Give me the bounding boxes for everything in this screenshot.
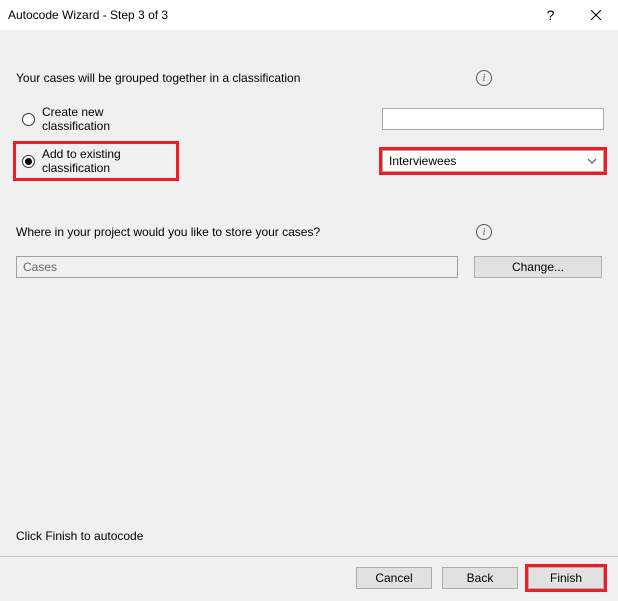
radio-create-label: Create new classification xyxy=(42,105,170,133)
footer-hint: Click Finish to autocode xyxy=(16,529,143,543)
classification-heading: Your cases will be grouped together in a… xyxy=(16,71,300,85)
finish-label: Finish xyxy=(550,571,582,585)
window-controls: ? xyxy=(528,0,618,30)
info-icon[interactable]: i xyxy=(476,224,492,240)
store-path-row: Cases Change... xyxy=(16,256,602,278)
radio-row-add: Add to existing classification Interview… xyxy=(16,144,602,178)
change-button-label: Change... xyxy=(512,260,564,274)
back-button[interactable]: Back xyxy=(442,567,518,589)
help-button[interactable]: ? xyxy=(528,0,573,30)
titlebar: Autocode Wizard - Step 3 of 3 ? xyxy=(0,0,618,30)
store-path-input: Cases xyxy=(16,256,458,278)
change-button[interactable]: Change... xyxy=(474,256,602,278)
radio-add-classification[interactable]: Add to existing classification xyxy=(16,144,176,178)
radio-add-label: Add to existing classification xyxy=(42,147,170,175)
footer-buttons: Cancel Back Finish xyxy=(356,567,604,589)
store-heading-row: Where in your project would you like to … xyxy=(16,224,602,240)
close-button[interactable] xyxy=(573,0,618,30)
new-classification-input[interactable] xyxy=(382,108,604,130)
finish-button[interactable]: Finish xyxy=(528,567,604,589)
cancel-button[interactable]: Cancel xyxy=(356,567,432,589)
radio-checked-icon xyxy=(22,155,35,168)
info-icon[interactable]: i xyxy=(476,70,492,86)
back-label: Back xyxy=(467,571,494,585)
chevron-down-icon xyxy=(587,156,597,166)
close-icon xyxy=(591,10,601,20)
radio-unchecked-icon xyxy=(22,113,35,126)
wizard-content: Your cases will be grouped together in a… xyxy=(0,30,618,278)
classification-select[interactable]: Interviewees xyxy=(382,150,604,172)
radio-create-classification[interactable]: Create new classification xyxy=(16,102,176,136)
footer-divider xyxy=(0,556,618,557)
cancel-label: Cancel xyxy=(375,571,412,585)
store-section: Where in your project would you like to … xyxy=(16,224,602,278)
window-title: Autocode Wizard - Step 3 of 3 xyxy=(8,8,168,22)
classification-select-value: Interviewees xyxy=(389,154,456,168)
store-heading: Where in your project would you like to … xyxy=(16,225,320,239)
radio-row-create: Create new classification xyxy=(16,102,602,136)
store-path-value: Cases xyxy=(23,260,57,274)
classification-heading-row: Your cases will be grouped together in a… xyxy=(16,70,602,86)
